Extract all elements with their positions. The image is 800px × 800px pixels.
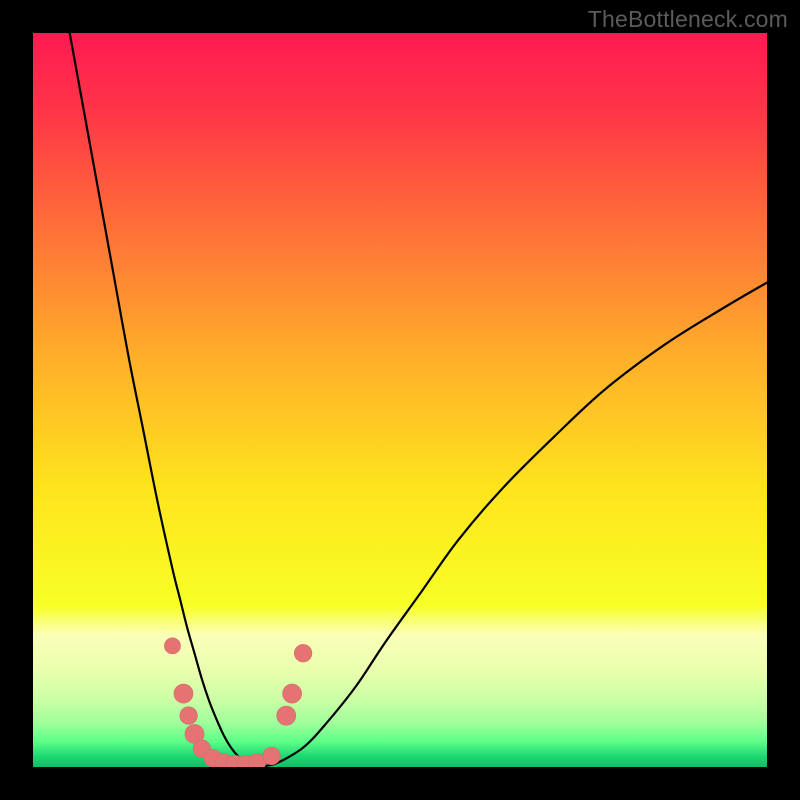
plot-area	[33, 33, 767, 767]
watermark-text: TheBottleneck.com	[588, 6, 788, 33]
curve-marker	[174, 684, 193, 703]
curve-marker	[263, 747, 281, 765]
curve-layer	[33, 33, 767, 767]
curve-marker	[277, 706, 296, 725]
curve-marker	[283, 684, 302, 703]
chart-frame: TheBottleneck.com	[0, 0, 800, 800]
curve-markers	[164, 638, 312, 767]
curve-marker	[294, 644, 312, 662]
bottleneck-curve	[70, 33, 767, 766]
curve-marker	[164, 638, 180, 654]
curve-marker	[180, 707, 198, 725]
